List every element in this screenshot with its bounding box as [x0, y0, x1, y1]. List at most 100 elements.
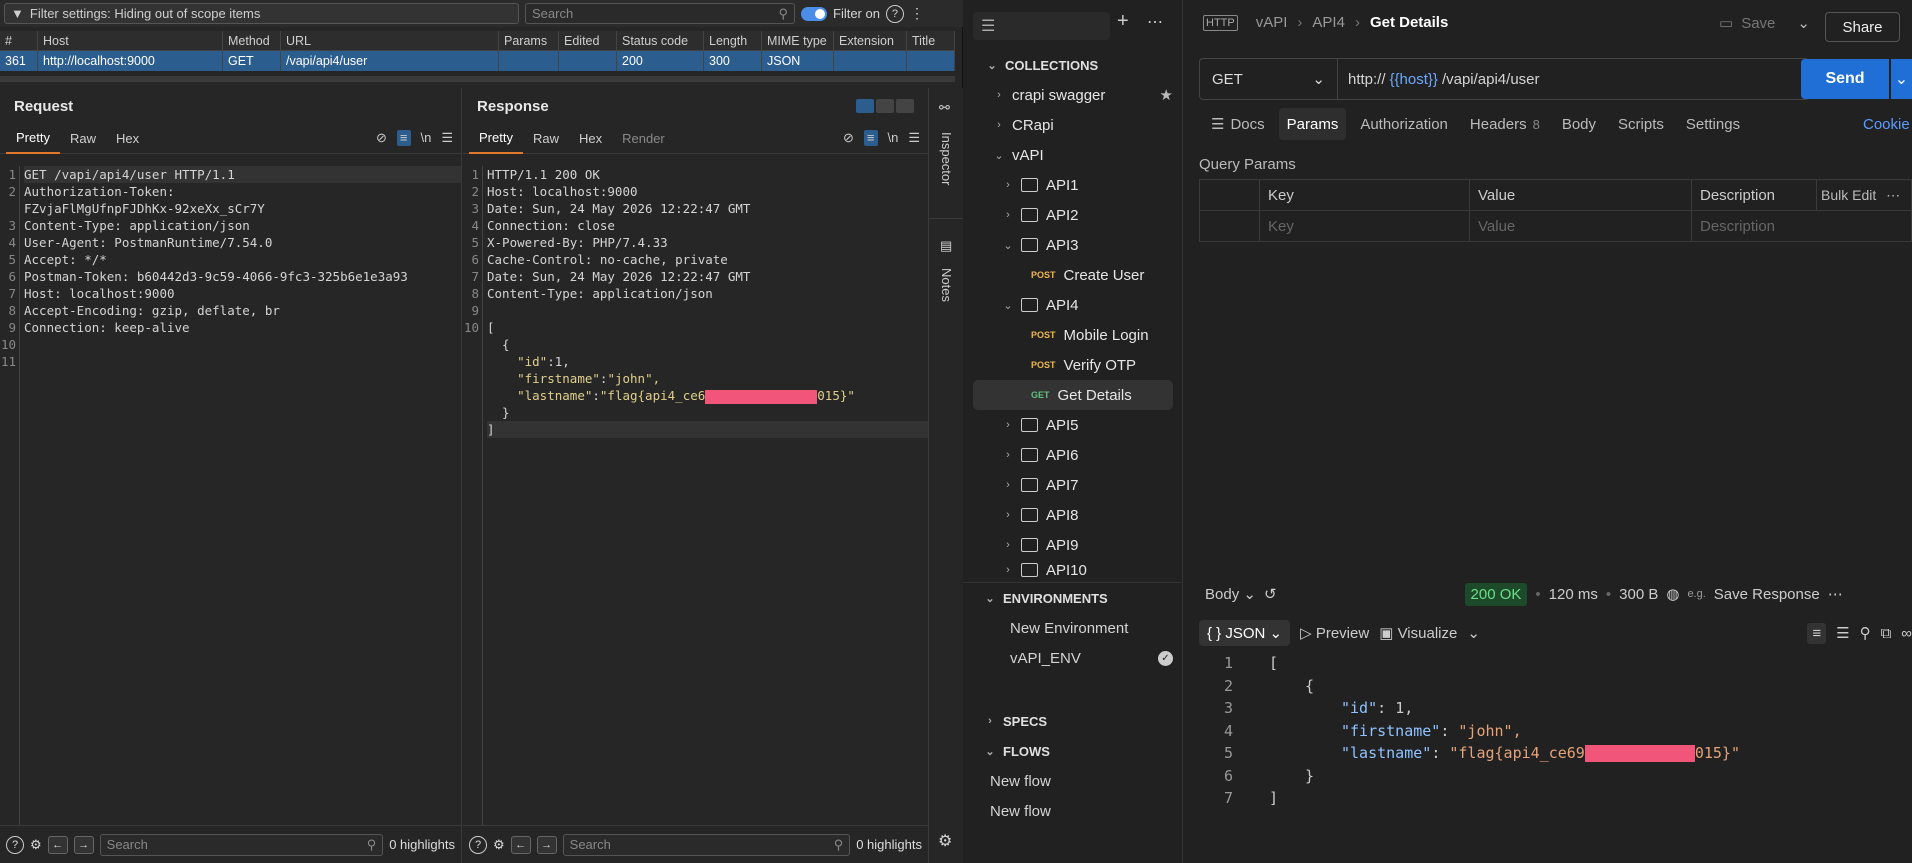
- star-icon[interactable]: ★: [1160, 86, 1173, 104]
- newline-icon[interactable]: \n: [421, 130, 432, 146]
- more-menu-icon[interactable]: ⋮: [910, 5, 924, 22]
- gear-icon[interactable]: ⚙: [938, 831, 952, 851]
- save-response-button[interactable]: Save Response: [1714, 586, 1820, 603]
- send-options-chevron-icon[interactable]: ⌄: [1891, 59, 1912, 99]
- search-icon[interactable]: ⚲: [1860, 624, 1871, 642]
- menu-icon[interactable]: ☰: [441, 130, 453, 146]
- copy-icon[interactable]: ⧉: [1881, 625, 1892, 642]
- body-select[interactable]: Body ⌄: [1205, 585, 1256, 603]
- description-input[interactable]: Description: [1691, 210, 1912, 242]
- collections-header[interactable]: ⌄ COLLECTIONS: [963, 50, 1183, 80]
- wrap-icon[interactable]: ≡: [1807, 622, 1827, 644]
- save-button[interactable]: ▭ Save ⌄: [1719, 14, 1810, 33]
- env-item[interactable]: vAPI_ENV ✓: [963, 643, 1183, 673]
- request-search-input[interactable]: Search ⚲: [99, 833, 384, 856]
- folder-api7[interactable]: › API7: [963, 470, 1183, 500]
- more-icon[interactable]: ⋯: [1886, 187, 1900, 203]
- more-icon[interactable]: ⋯: [1147, 12, 1163, 32]
- environments-header[interactable]: ⌄ ENVIRONMENTS: [963, 583, 1183, 613]
- request-create-user[interactable]: POST Create User: [963, 260, 1183, 290]
- help-icon[interactable]: ?: [6, 835, 24, 854]
- chevron-down-icon[interactable]: ⌄: [1467, 624, 1480, 642]
- sidebar-filter-input[interactable]: ☰: [973, 12, 1110, 40]
- flow-item[interactable]: New flow: [963, 766, 1183, 796]
- response-editor[interactable]: 1 2 3 4 5 6 7 8 9 10 HTTP/1.1 200 OK Host: localho…: [463, 164, 928, 825]
- history-search-input[interactable]: Search ⚲: [525, 3, 795, 24]
- request-get-details[interactable]: GET Get Details: [973, 380, 1173, 410]
- table-row[interactable]: 361 http://localhost:9000 GET /vapi/api4…: [0, 51, 955, 71]
- settings-icon[interactable]: ⚙: [30, 837, 42, 853]
- request-editor[interactable]: 1 2 3 4 5 6 7 8 9 10 11 GET /vapi/api4/user HTTP/1…: [0, 164, 461, 825]
- filter-icon[interactable]: ☰: [1836, 624, 1849, 642]
- tab-render[interactable]: Render: [612, 124, 675, 154]
- visualize-button[interactable]: ▣ Visualize: [1379, 624, 1457, 642]
- tab-pretty[interactable]: Pretty: [6, 124, 60, 154]
- folder-api4[interactable]: ⌄ API4: [963, 290, 1183, 320]
- layout-tabs-icon[interactable]: [896, 99, 914, 113]
- env-item[interactable]: New Environment: [963, 613, 1183, 643]
- col-header[interactable]: Method: [223, 31, 281, 50]
- filter-toggle[interactable]: [801, 6, 827, 21]
- col-header[interactable]: Status code: [617, 31, 704, 50]
- key-input[interactable]: Key: [1259, 210, 1470, 242]
- inspector-icon[interactable]: ⚯: [939, 100, 950, 116]
- send-button[interactable]: Send: [1801, 59, 1889, 99]
- col-header[interactable]: #: [0, 31, 38, 50]
- folder-api10[interactable]: › API10: [963, 560, 1183, 580]
- prev-arrow-icon[interactable]: ←: [510, 835, 531, 854]
- menu-icon[interactable]: ☰: [908, 130, 920, 146]
- preview-button[interactable]: ▷ Preview: [1300, 624, 1369, 642]
- newline-icon[interactable]: \n: [888, 130, 899, 146]
- collection-crapi[interactable]: › CRapi: [963, 110, 1183, 140]
- help-icon[interactable]: ?: [469, 835, 487, 854]
- request-verify-otp[interactable]: POST Verify OTP: [963, 350, 1183, 380]
- breadcrumb-item[interactable]: vAPI: [1256, 14, 1288, 31]
- folder-api9[interactable]: › API9: [963, 530, 1183, 560]
- method-select[interactable]: GET ⌄: [1200, 59, 1338, 99]
- share-button[interactable]: Share: [1825, 12, 1900, 42]
- inspector-tab[interactable]: Inspector: [939, 132, 954, 185]
- folder-api1[interactable]: › API1: [963, 170, 1183, 200]
- col-header[interactable]: Length: [704, 31, 762, 50]
- plus-icon[interactable]: +: [1117, 10, 1129, 33]
- tab-raw[interactable]: Raw: [523, 124, 569, 154]
- wrap-icon[interactable]: ≡: [396, 130, 411, 146]
- next-arrow-icon[interactable]: →: [536, 835, 557, 854]
- collection-vapi[interactable]: ⌄ vAPI: [963, 140, 1183, 170]
- folder-api3[interactable]: ⌄ API3: [963, 230, 1183, 260]
- tab-scripts[interactable]: Scripts: [1610, 108, 1672, 140]
- collection-crapi-swagger[interactable]: › crapi swagger ★: [963, 80, 1183, 110]
- settings-icon[interactable]: ⚙: [493, 837, 505, 853]
- col-header[interactable]: Title: [907, 31, 955, 50]
- request-mobile-login[interactable]: POST Mobile Login: [963, 320, 1183, 350]
- col-header[interactable]: Host: [38, 31, 223, 50]
- format-select[interactable]: { } JSON ⌄: [1199, 620, 1291, 646]
- horizontal-scrollbar[interactable]: [0, 76, 955, 82]
- folder-api5[interactable]: › API5: [963, 410, 1183, 440]
- link-icon[interactable]: ∞: [1901, 625, 1912, 642]
- flows-header[interactable]: ⌄ FLOWS: [963, 736, 1183, 766]
- folder-api6[interactable]: › API6: [963, 440, 1183, 470]
- layout-split-icon[interactable]: [856, 99, 874, 113]
- response-search-input[interactable]: Search ⚲: [562, 833, 851, 856]
- tab-hex[interactable]: Hex: [569, 124, 612, 154]
- globe-icon[interactable]: ◍: [1666, 585, 1679, 603]
- folder-api2[interactable]: › API2: [963, 200, 1183, 230]
- cookies-link[interactable]: Cookie: [1863, 116, 1910, 133]
- col-header[interactable]: Extension: [834, 31, 907, 50]
- tab-raw[interactable]: Raw: [60, 124, 106, 154]
- col-header[interactable]: Edited: [559, 31, 617, 50]
- tab-params[interactable]: Params: [1278, 108, 1347, 140]
- page-title[interactable]: Get Details: [1370, 14, 1448, 31]
- col-header[interactable]: MIME type: [762, 31, 834, 50]
- folder-api8[interactable]: › API8: [963, 500, 1183, 530]
- tab-hex[interactable]: Hex: [106, 124, 149, 154]
- tab-docs[interactable]: ☰ Docs: [1203, 108, 1273, 140]
- tab-body[interactable]: Body: [1554, 108, 1604, 140]
- notes-tab[interactable]: Notes: [939, 268, 954, 302]
- hide-icon[interactable]: ⊘: [376, 130, 387, 146]
- more-icon[interactable]: ⋯: [1828, 585, 1843, 603]
- col-header[interactable]: Params: [499, 31, 559, 50]
- value-input[interactable]: Value: [1469, 210, 1692, 242]
- flow-item[interactable]: New flow: [963, 796, 1183, 826]
